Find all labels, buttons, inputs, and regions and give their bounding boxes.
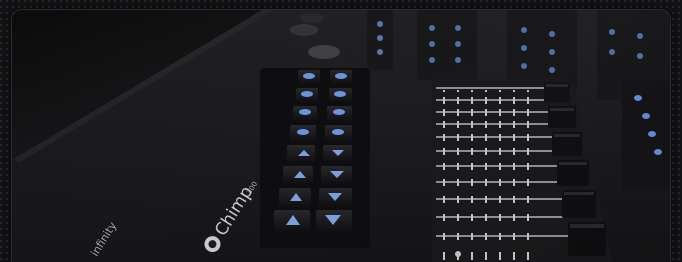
- console-photo: infinity Chimp 300: [12, 10, 670, 262]
- page-frame: infinity Chimp 300: [0, 0, 682, 262]
